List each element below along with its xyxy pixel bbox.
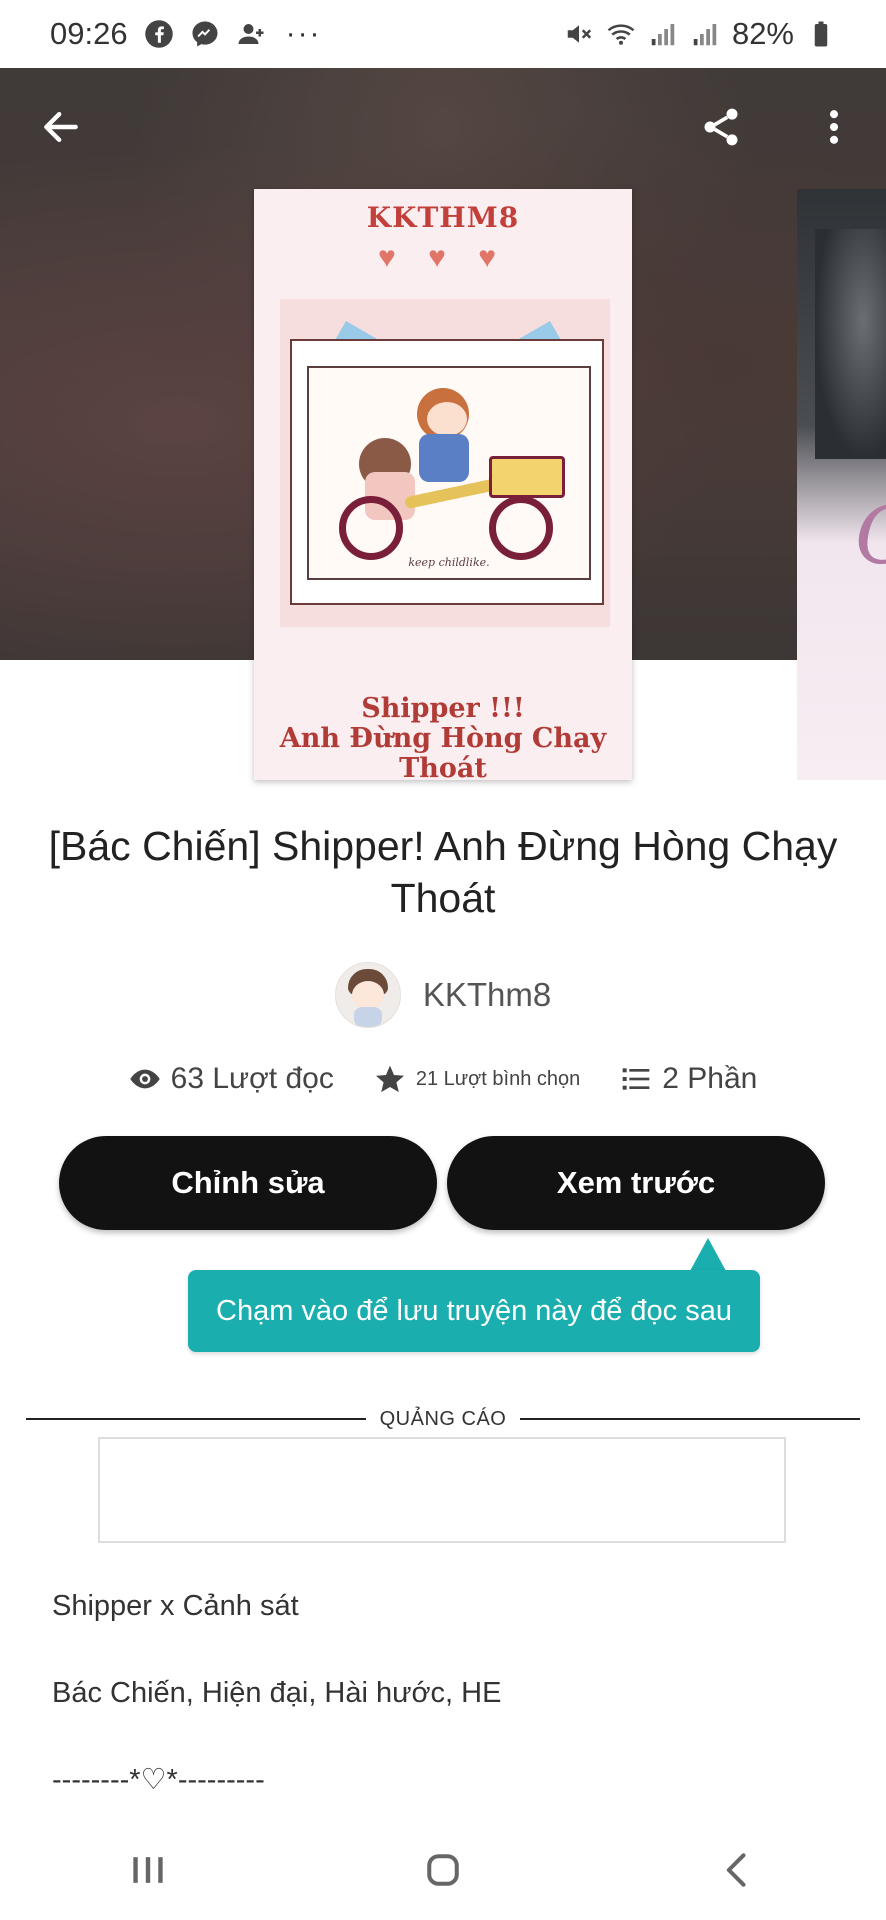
story-cover[interactable]: KKTHM8 ♥ ♥ ♥ keep childlike. Shipper !!!…: [254, 189, 632, 780]
description-line: --------*♡*---------: [52, 1764, 265, 1796]
story-stats: 63 Lượt đọc 21 Lượt bình chọn 2 Phần: [0, 1062, 886, 1096]
more-options-button[interactable]: [799, 92, 869, 162]
next-story-cover[interactable]: C: [797, 189, 886, 780]
system-nav-bar: [0, 1820, 886, 1920]
edit-button[interactable]: Chỉnh sửa: [59, 1136, 437, 1230]
cover-hearts: ♥ ♥ ♥: [377, 241, 509, 274]
recent-apps-icon: [132, 1857, 163, 1883]
story-title: [Bác Chiến] Shipper! Anh Đừng Hòng Chạy …: [48, 823, 838, 921]
more-vertical-icon: [829, 110, 839, 144]
tooltip-arrow: [690, 1238, 726, 1271]
description-line: Shipper x Cảnh sát: [52, 1590, 299, 1622]
reads-stat: 63 Lượt đọc: [129, 1062, 334, 1096]
messenger-icon: [190, 19, 220, 49]
eye-icon: [129, 1069, 160, 1089]
description-line: Bác Chiến, Hiện đại, Hài hước, HE: [52, 1677, 502, 1709]
votes-stat: 21 Lượt bình chọn: [374, 1063, 580, 1095]
cover-illustration: keep childlike.: [280, 299, 610, 627]
person-add-icon: [236, 19, 266, 49]
more-notifications-icon: ···: [285, 17, 322, 50]
facebook-icon: [144, 19, 174, 49]
ad-placeholder[interactable]: [98, 1437, 786, 1543]
share-icon: [704, 108, 738, 146]
back-button[interactable]: [26, 92, 96, 162]
votes-count: 21 Lượt bình chọn: [415, 1067, 581, 1090]
author-name[interactable]: KKThm8: [423, 976, 551, 1014]
mute-icon: [564, 19, 594, 49]
parts-stat[interactable]: 2 Phần: [620, 1062, 757, 1096]
author-row[interactable]: KKThm8: [0, 962, 886, 1028]
preview-button[interactable]: Xem trước: [447, 1136, 825, 1230]
save-hint-tooltip[interactable]: Chạm vào để lưu truyện này để đọc sau: [188, 1270, 760, 1352]
recent-apps-button[interactable]: [108, 1830, 188, 1910]
reads-count: 63 Lượt đọc: [170, 1062, 334, 1095]
share-button[interactable]: [686, 92, 756, 162]
ad-divider: QUẢNG CÁO: [26, 1404, 860, 1434]
status-bar: 09:26 ··· 82%: [0, 0, 886, 68]
avatar[interactable]: [334, 962, 401, 1028]
wifi-icon: [606, 19, 636, 49]
list-icon: [622, 1068, 650, 1090]
cover-small-caption: keep childlike.: [408, 556, 490, 569]
cover-top-text: KKTHM8: [366, 201, 520, 234]
battery-icon: [806, 19, 836, 49]
system-back-button[interactable]: [698, 1830, 778, 1910]
signal-icon: [648, 19, 678, 49]
home-icon: [427, 1854, 459, 1886]
status-time: 09:26: [50, 16, 128, 51]
ad-label: QUẢNG CÁO: [379, 1407, 507, 1430]
battery-percent: 82%: [731, 16, 794, 51]
home-button[interactable]: [403, 1830, 483, 1910]
signal-icon-2: [690, 19, 720, 49]
arrow-left-icon: [44, 111, 78, 143]
cover-bottom-title: Shipper !!! Anh Đừng Hòng Chạy Thoát: [279, 693, 607, 781]
chevron-left-icon: [727, 1853, 746, 1887]
star-icon: [375, 1065, 404, 1093]
parts-count: 2 Phần: [662, 1062, 758, 1095]
